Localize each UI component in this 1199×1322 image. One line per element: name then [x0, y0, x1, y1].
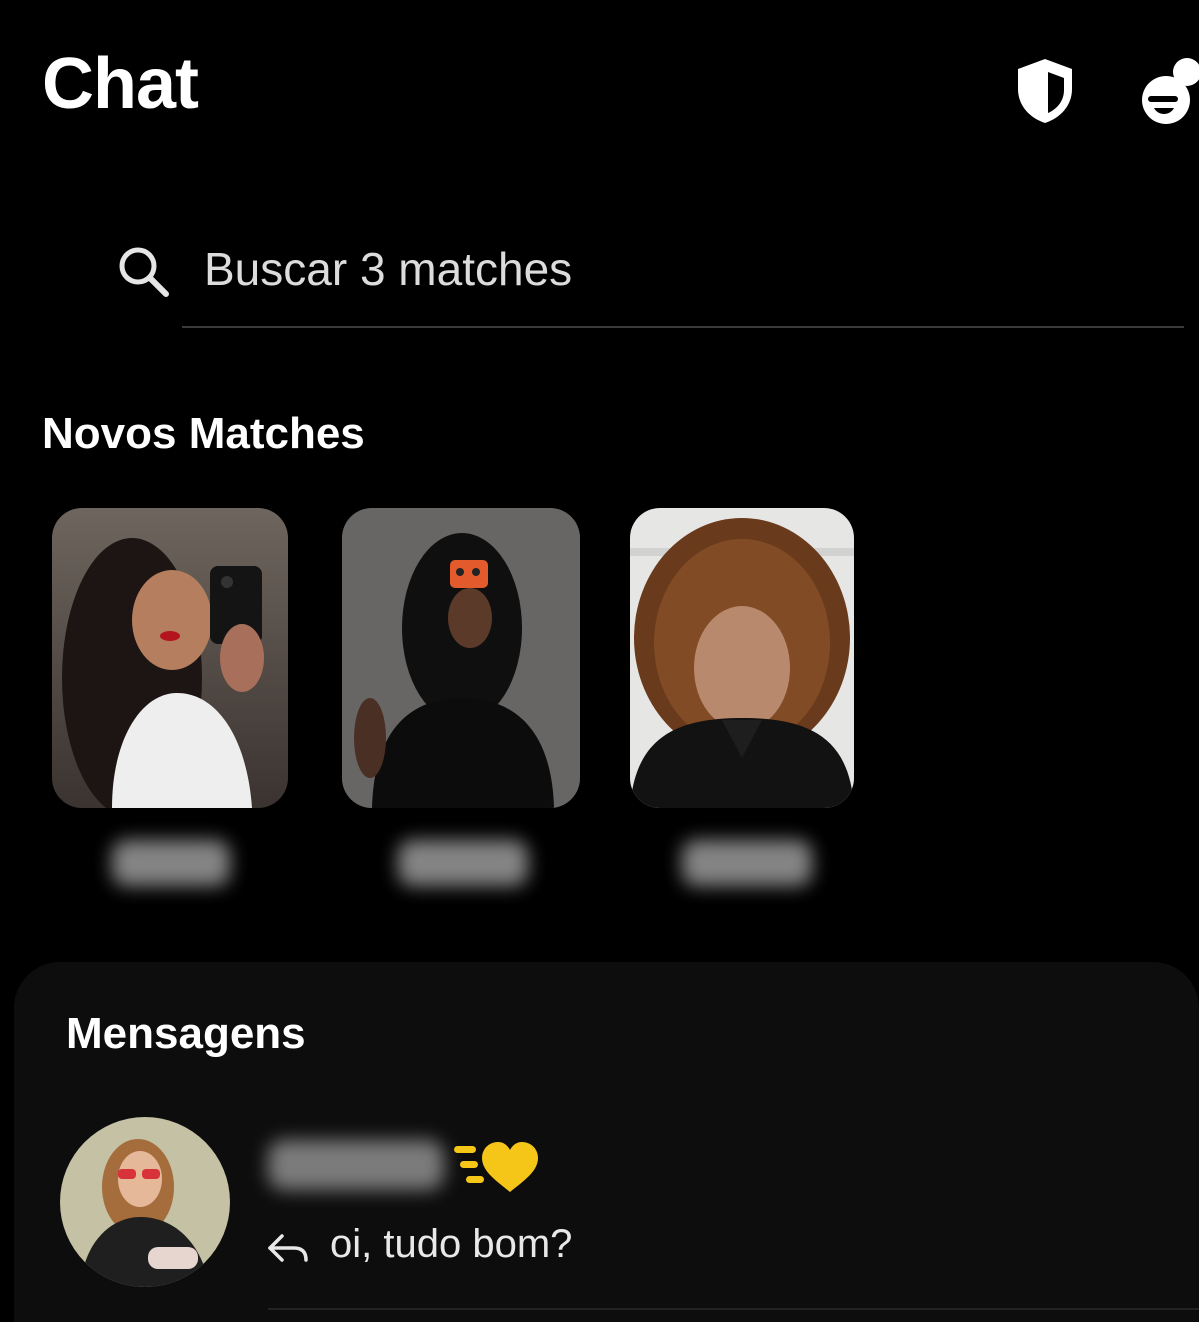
new-matches-title: Novos Matches	[42, 409, 365, 458]
match-card[interactable]	[630, 508, 854, 808]
search-bar[interactable]	[110, 232, 1185, 328]
match-photo	[52, 508, 288, 808]
match-photo	[342, 508, 580, 808]
match-name-blurred	[112, 840, 230, 886]
shield-icon	[1018, 59, 1072, 123]
lobby-button[interactable]	[1140, 50, 1199, 130]
conversation-name-blurred	[268, 1140, 444, 1190]
avatar[interactable]	[60, 1117, 230, 1287]
super-like-heart-icon	[454, 1142, 538, 1192]
match-name-blurred	[682, 840, 812, 886]
messages-title: Mensagens	[66, 1009, 306, 1058]
search-input[interactable]	[204, 232, 1164, 306]
divider	[268, 1308, 1199, 1310]
search-icon	[119, 247, 169, 297]
page-title: Chat	[42, 44, 199, 124]
search-underline	[182, 326, 1184, 328]
avatar-photo	[60, 1117, 230, 1287]
match-name-blurred	[398, 840, 528, 886]
messages-panel: Mensagens oi, tudo bom?	[14, 962, 1199, 1322]
safety-shield-button[interactable]	[1012, 56, 1078, 126]
match-card[interactable]	[342, 508, 580, 808]
match-card[interactable]	[52, 508, 288, 808]
reply-arrow-icon	[268, 1234, 308, 1262]
match-photo	[630, 508, 854, 808]
conversation-row[interactable]: oi, tudo bom?	[14, 1112, 1199, 1322]
conversation-preview: oi, tudo bom?	[330, 1222, 573, 1266]
lobby-icon	[1142, 58, 1199, 124]
